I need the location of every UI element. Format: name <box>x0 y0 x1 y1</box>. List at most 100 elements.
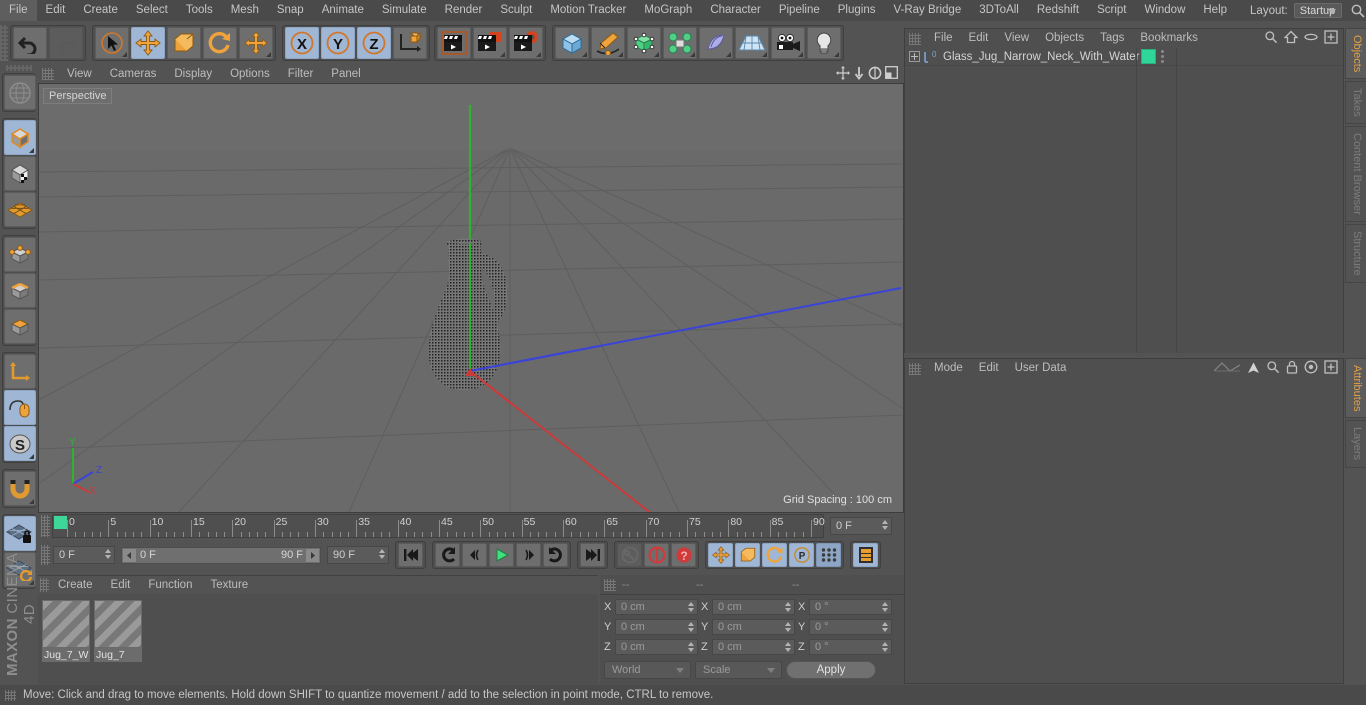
interpolation-icon[interactable] <box>1213 361 1241 377</box>
viewport-menu-panel[interactable]: Panel <box>322 65 369 83</box>
spinner-icon[interactable] <box>882 642 888 652</box>
menu-item-redshift[interactable]: Redshift <box>1028 0 1088 21</box>
workplane-icon[interactable] <box>4 192 36 227</box>
search-icon[interactable] <box>1264 30 1278 47</box>
make-editable-icon[interactable] <box>4 75 36 110</box>
material-preview[interactable] <box>94 600 142 648</box>
position-y-field[interactable]: 0 cm <box>615 619 698 635</box>
soft-selection-icon[interactable]: S <box>4 426 36 461</box>
search-icon[interactable] <box>1266 360 1280 377</box>
maximize-view-icon[interactable] <box>885 66 898 82</box>
left-toolbar-grip[interactable] <box>6 65 32 71</box>
polygons-mode-icon[interactable] <box>4 309 36 344</box>
lock-icon[interactable] <box>1286 360 1298 377</box>
viewport-menu-options[interactable]: Options <box>221 65 279 83</box>
step-back-button[interactable] <box>462 543 487 567</box>
render-settings-button[interactable] <box>509 27 543 59</box>
viewport-menu-cameras[interactable]: Cameras <box>101 65 166 83</box>
vertical-tab-attributes[interactable]: Attributes <box>1345 358 1366 419</box>
spinner-icon[interactable] <box>785 622 791 632</box>
menu-item-mograph[interactable]: MoGraph <box>635 0 701 21</box>
spinner-icon[interactable] <box>785 642 791 652</box>
param-key-button[interactable]: P <box>789 543 814 567</box>
spinner-icon[interactable] <box>882 602 888 612</box>
material-preview[interactable] <box>42 600 90 648</box>
material-chip[interactable]: Jug_7 <box>94 600 142 662</box>
menu-item-v-ray-bridge[interactable]: V-Ray Bridge <box>884 0 970 21</box>
menu-item-character[interactable]: Character <box>701 0 770 21</box>
world-coordinates-icon[interactable] <box>393 27 427 59</box>
attribute-menu-edit[interactable]: Edit <box>971 359 1007 378</box>
render-region-button[interactable] <box>473 27 507 59</box>
home-icon[interactable] <box>1283 30 1299 47</box>
mograph-button[interactable] <box>663 27 697 59</box>
end-frame-field[interactable]: 90 F <box>327 546 389 564</box>
viewport-menu-display[interactable]: Display <box>165 65 221 83</box>
menu-item-tools[interactable]: Tools <box>177 0 222 21</box>
range-right-handle[interactable] <box>306 548 319 562</box>
size-x-field[interactable]: 0 cm <box>712 599 795 615</box>
scale-key-button[interactable] <box>735 543 760 567</box>
timeline-grip[interactable] <box>41 515 50 537</box>
deformer-button[interactable] <box>699 27 733 59</box>
spline-pen-button[interactable] <box>591 27 625 59</box>
current-frame-field[interactable]: 0 F <box>830 517 892 535</box>
size-mode-dropdown[interactable]: Scale <box>695 661 782 679</box>
range-left-handle[interactable] <box>123 548 136 562</box>
menu-item-render[interactable]: Render <box>436 0 492 21</box>
tag-handle-dots-icon[interactable] <box>1161 50 1164 63</box>
position-key-button[interactable] <box>708 543 733 567</box>
live-selection-tool-button[interactable] <box>95 27 129 59</box>
menu-item-select[interactable]: Select <box>127 0 177 21</box>
expand-icon[interactable] <box>909 51 920 62</box>
rotation-y-field[interactable]: 0 ° <box>809 619 892 635</box>
spinner-icon[interactable] <box>105 549 111 559</box>
material-menu-texture[interactable]: Texture <box>201 576 257 594</box>
material-list[interactable]: Jug_7_W Jug_7 <box>38 594 598 662</box>
spinner-icon[interactable] <box>688 602 694 612</box>
scene-floor-button[interactable] <box>735 27 769 59</box>
size-y-field[interactable]: 0 cm <box>712 619 795 635</box>
menu-item-motion-tracker[interactable]: Motion Tracker <box>541 0 635 21</box>
vertical-tab-structure[interactable]: Structure <box>1345 223 1366 283</box>
go-to-start-button[interactable] <box>398 543 423 567</box>
dolly-view-icon[interactable] <box>853 66 865 83</box>
spinner-icon[interactable] <box>379 549 385 559</box>
object-row[interactable]: 0 Glass_Jug_Narrow_Neck_With_Water <box>905 48 1343 66</box>
material-tag-icon[interactable] <box>1141 49 1156 64</box>
workplane-lock-icon[interactable] <box>4 516 36 551</box>
menu-item-animate[interactable]: Animate <box>313 0 373 21</box>
menu-item-sculpt[interactable]: Sculpt <box>491 0 541 21</box>
viewport-menu-view[interactable]: View <box>58 65 101 83</box>
menu-item-create[interactable]: Create <box>74 0 127 21</box>
spinner-icon[interactable] <box>882 520 888 530</box>
object-menu-file[interactable]: File <box>926 29 961 48</box>
object-menu-bookmarks[interactable]: Bookmarks <box>1132 29 1206 48</box>
vertical-tab-layers[interactable]: Layers <box>1345 420 1366 468</box>
cube-primitive-button[interactable] <box>555 27 589 59</box>
rotate-tool-button[interactable] <box>203 27 237 59</box>
lock-x-axis-button[interactable]: X <box>285 27 319 59</box>
object-manager-grip[interactable] <box>909 32 921 45</box>
menu-item-pipeline[interactable]: Pipeline <box>770 0 829 21</box>
redo-button[interactable] <box>49 27 83 59</box>
play-button[interactable] <box>489 543 514 567</box>
rotation-x-field[interactable]: 0 ° <box>809 599 892 615</box>
spinner-icon[interactable] <box>688 642 694 652</box>
lock-z-axis-button[interactable]: Z <box>357 27 391 59</box>
pan-view-icon[interactable] <box>836 65 850 83</box>
menu-item-3dtoall[interactable]: 3DToAll <box>970 0 1028 21</box>
object-menu-edit[interactable]: Edit <box>961 29 997 48</box>
nurbs-button[interactable] <box>627 27 661 59</box>
menu-item-script[interactable]: Script <box>1088 0 1135 21</box>
layout-select[interactable]: Startup <box>1293 3 1342 18</box>
model-mode-icon[interactable] <box>4 120 36 155</box>
lock-y-axis-button[interactable]: Y <box>321 27 355 59</box>
attribute-manager-grip[interactable] <box>909 362 921 375</box>
menu-item-plugins[interactable]: Plugins <box>829 0 885 21</box>
search-icon[interactable] <box>1350 3 1366 19</box>
spinner-icon[interactable] <box>785 602 791 612</box>
attribute-menu-user-data[interactable]: User Data <box>1007 359 1075 378</box>
apply-button[interactable]: Apply <box>786 661 876 679</box>
scale-tool-button[interactable] <box>167 27 201 59</box>
